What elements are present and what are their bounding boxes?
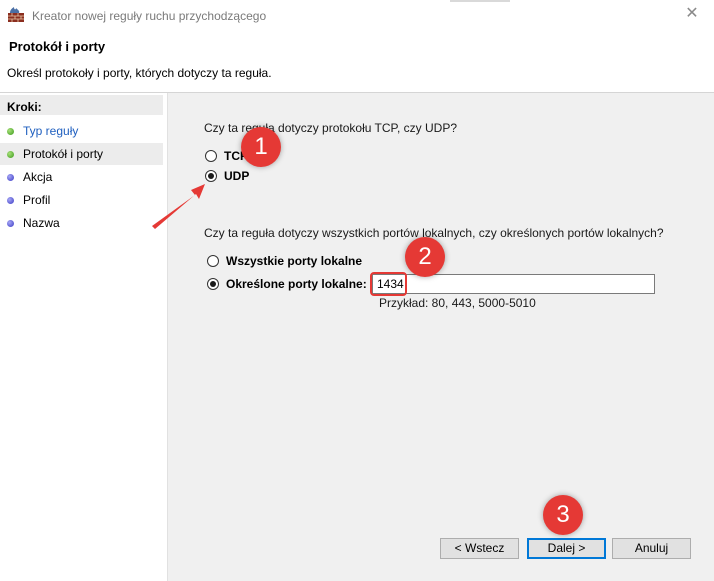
local-ports-input[interactable] bbox=[372, 274, 655, 294]
back-button[interactable]: < Wstecz bbox=[440, 538, 519, 559]
protocol-question: Czy ta reguła dotyczy protokołu TCP, czy… bbox=[204, 121, 457, 135]
page-description: Określ protokoły i porty, których dotycz… bbox=[7, 66, 272, 80]
step-label: Akcja bbox=[23, 170, 53, 184]
step-action[interactable]: Akcja bbox=[0, 166, 163, 188]
step-rule-type[interactable]: Typ reguły bbox=[0, 120, 163, 142]
step-pending-icon bbox=[7, 220, 14, 227]
radio-button[interactable] bbox=[207, 278, 219, 290]
step-label: Protokół i porty bbox=[23, 147, 104, 161]
step-pending-icon bbox=[7, 197, 14, 204]
steps-sidebar: Kroki: Typ reguły Protokół i porty Akcja… bbox=[0, 93, 168, 581]
radio-label: UDP bbox=[224, 169, 250, 183]
radio-label: Wszystkie porty lokalne bbox=[226, 254, 363, 268]
title-bar: Kreator nowej reguły ruchu przychodząceg… bbox=[0, 0, 714, 30]
radio-all-ports[interactable]: Wszystkie porty lokalne bbox=[207, 253, 362, 269]
page-title: Protokół i porty bbox=[9, 39, 106, 54]
firewall-wall-icon bbox=[8, 7, 24, 22]
step-label: Nazwa bbox=[23, 216, 60, 230]
annotation-highlight-port bbox=[370, 272, 407, 296]
close-icon[interactable]: ✕ bbox=[684, 6, 700, 22]
radio-button[interactable] bbox=[205, 170, 217, 182]
radio-button[interactable] bbox=[205, 150, 217, 162]
next-button[interactable]: Dalej > bbox=[527, 538, 606, 559]
step-profile[interactable]: Profil bbox=[0, 189, 163, 211]
radio-udp[interactable]: UDP bbox=[205, 168, 249, 184]
step-label: Typ reguły bbox=[23, 124, 79, 138]
radio-label: Określone porty lokalne: bbox=[226, 277, 367, 291]
radio-specific-ports[interactable]: Określone porty lokalne: bbox=[207, 276, 367, 292]
step-label: Profil bbox=[23, 193, 51, 207]
wizard-body: Kroki: Typ reguły Protokół i porty Akcja… bbox=[0, 93, 714, 581]
step-pending-icon bbox=[7, 174, 14, 181]
step-name[interactable]: Nazwa bbox=[0, 212, 163, 234]
cancel-button[interactable]: Anuluj bbox=[612, 538, 691, 559]
window-title: Kreator nowej reguły ruchu przychodząceg… bbox=[32, 9, 267, 23]
step-completed-icon bbox=[7, 128, 14, 135]
background-window-edge bbox=[450, 0, 510, 2]
annotation-badge-3: 3 bbox=[543, 495, 583, 535]
wizard-header: Protokół i porty Określ protokoły i port… bbox=[0, 30, 714, 93]
step-completed-icon bbox=[7, 151, 14, 158]
radio-button[interactable] bbox=[207, 255, 219, 267]
ports-example-hint: Przykład: 80, 443, 5000-5010 bbox=[379, 296, 536, 310]
ports-question: Czy ta reguła dotyczy wszystkich portów … bbox=[204, 226, 664, 240]
steps-title: Kroki: bbox=[0, 95, 163, 115]
step-protocol-ports[interactable]: Protokół i porty bbox=[0, 143, 163, 165]
annotation-badge-1: 1 bbox=[241, 127, 281, 167]
annotation-badge-2: 2 bbox=[405, 237, 445, 277]
